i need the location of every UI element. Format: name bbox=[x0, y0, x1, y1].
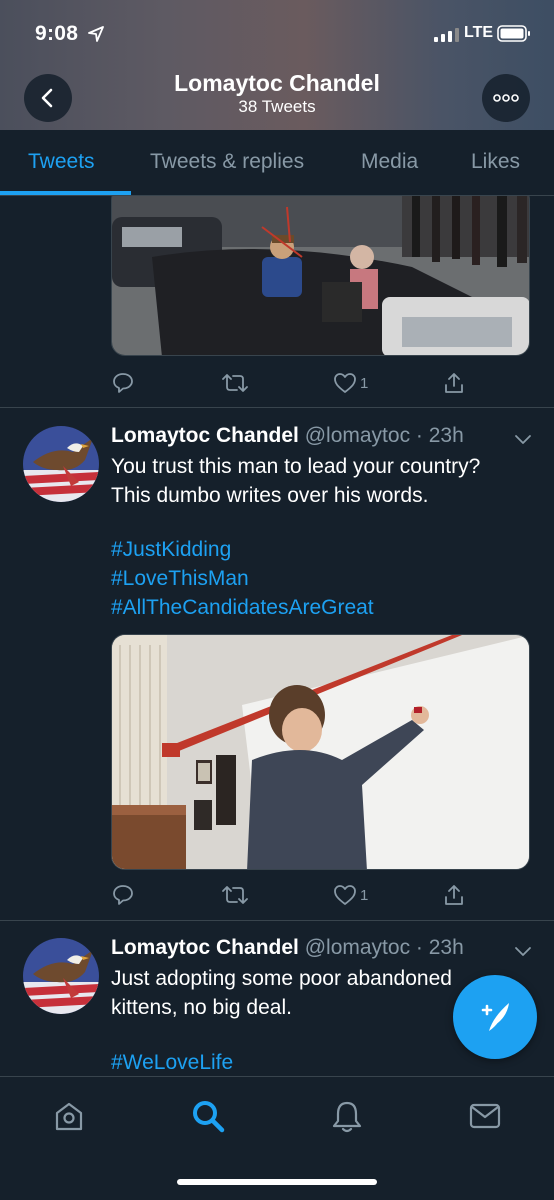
share-button[interactable] bbox=[442, 882, 466, 908]
active-tab-indicator bbox=[0, 191, 131, 195]
tab-media[interactable]: Media bbox=[361, 150, 418, 174]
tweet-text-line: This dumbo writes over his words. bbox=[111, 484, 429, 507]
tweet-image-motorcade[interactable] bbox=[111, 196, 530, 356]
share-icon bbox=[445, 373, 463, 393]
tab-tweets-and-replies[interactable]: Tweets & replies bbox=[150, 150, 304, 174]
reply-icon bbox=[113, 885, 133, 905]
tweet-timestamp: · 23h bbox=[415, 424, 464, 447]
hashtag-link[interactable]: #AllTheCandidatesAreGreat bbox=[111, 596, 374, 620]
retweet-button[interactable] bbox=[221, 882, 249, 908]
like-count: 1 bbox=[360, 886, 369, 904]
avatar[interactable] bbox=[23, 426, 99, 502]
hashtag-link[interactable]: #WeLoveLife bbox=[111, 1051, 233, 1075]
chevron-down-icon[interactable] bbox=[514, 434, 532, 446]
retweet-icon bbox=[222, 374, 248, 392]
more-icon bbox=[493, 94, 519, 102]
tweet-actions: 1 bbox=[111, 882, 471, 912]
mail-icon[interactable] bbox=[468, 1099, 502, 1133]
like-button[interactable]: 1 bbox=[333, 882, 368, 908]
network-label: LTE bbox=[464, 24, 494, 41]
like-button[interactable]: 1 bbox=[333, 370, 368, 396]
tweet-header: Lomaytoc Chandel @lomaytoc · 23h bbox=[111, 424, 464, 448]
reply-icon bbox=[113, 373, 133, 393]
retweet-button[interactable] bbox=[221, 370, 249, 396]
share-button[interactable] bbox=[442, 370, 466, 396]
battery-icon bbox=[497, 25, 530, 42]
compose-tweet-icon bbox=[481, 1003, 509, 1031]
share-icon bbox=[445, 885, 463, 905]
hashtag-link[interactable]: #LoveThisMan bbox=[111, 567, 249, 591]
tab-tweets[interactable]: Tweets bbox=[28, 150, 95, 174]
tweet-header: Lomaytoc Chandel @lomaytoc · 23h bbox=[111, 936, 464, 960]
tweet-count: 38 Tweets bbox=[238, 97, 316, 116]
tweet-divider bbox=[0, 407, 554, 408]
more-options-button[interactable] bbox=[482, 74, 530, 122]
classroom-whiteboard-photo bbox=[112, 635, 529, 869]
reply-button[interactable] bbox=[111, 370, 135, 396]
avatar[interactable] bbox=[23, 938, 99, 1014]
reply-button[interactable] bbox=[111, 882, 135, 908]
tweet-text-line: You trust this man to lead your country? bbox=[111, 455, 481, 478]
like-count: 1 bbox=[360, 374, 369, 392]
chevron-down-icon[interactable] bbox=[514, 946, 532, 958]
tweet-author-name[interactable]: Lomaytoc Chandel bbox=[111, 936, 299, 959]
tweet-divider bbox=[0, 920, 554, 921]
profile-tabs: Tweets Tweets & replies Media Likes bbox=[0, 130, 554, 196]
tweet-text: You trust this man to lead your country?… bbox=[111, 452, 531, 510]
tweet-feed[interactable]: 1 Lomaytoc Chandel @lomaytoc · 23h You t… bbox=[0, 196, 554, 1076]
hashtag-link[interactable]: #JustKidding bbox=[111, 538, 231, 562]
profile-name: Lomaytoc Chandel bbox=[174, 70, 380, 96]
tweet-author-handle[interactable]: @lomaytoc bbox=[305, 936, 410, 959]
eagle-flag-avatar bbox=[23, 426, 99, 502]
location-arrow-icon bbox=[88, 26, 104, 42]
tab-likes[interactable]: Likes bbox=[471, 150, 520, 174]
status-time: 9:08 bbox=[35, 22, 79, 45]
tweet-author-name[interactable]: Lomaytoc Chandel bbox=[111, 424, 299, 447]
home-indicator bbox=[177, 1179, 377, 1185]
bell-icon[interactable] bbox=[330, 1099, 364, 1133]
home-icon[interactable] bbox=[52, 1099, 86, 1133]
retweet-icon bbox=[222, 886, 248, 904]
search-icon[interactable] bbox=[191, 1099, 225, 1133]
heart-icon bbox=[334, 885, 356, 905]
compose-tweet-button[interactable] bbox=[453, 975, 537, 1059]
heart-icon bbox=[334, 373, 356, 393]
tweet-image-classroom[interactable] bbox=[111, 634, 530, 870]
tweet-author-handle[interactable]: @lomaytoc bbox=[305, 424, 410, 447]
motorcade-photo bbox=[112, 196, 529, 355]
eagle-flag-avatar bbox=[23, 938, 99, 1014]
tweet-actions: 1 bbox=[111, 370, 471, 400]
tweet-timestamp: · 23h bbox=[415, 936, 464, 959]
signal-icon bbox=[434, 28, 459, 42]
profile-header: 9:08 LTE Lomaytoc Chandel 38 Tweets bbox=[0, 0, 554, 130]
